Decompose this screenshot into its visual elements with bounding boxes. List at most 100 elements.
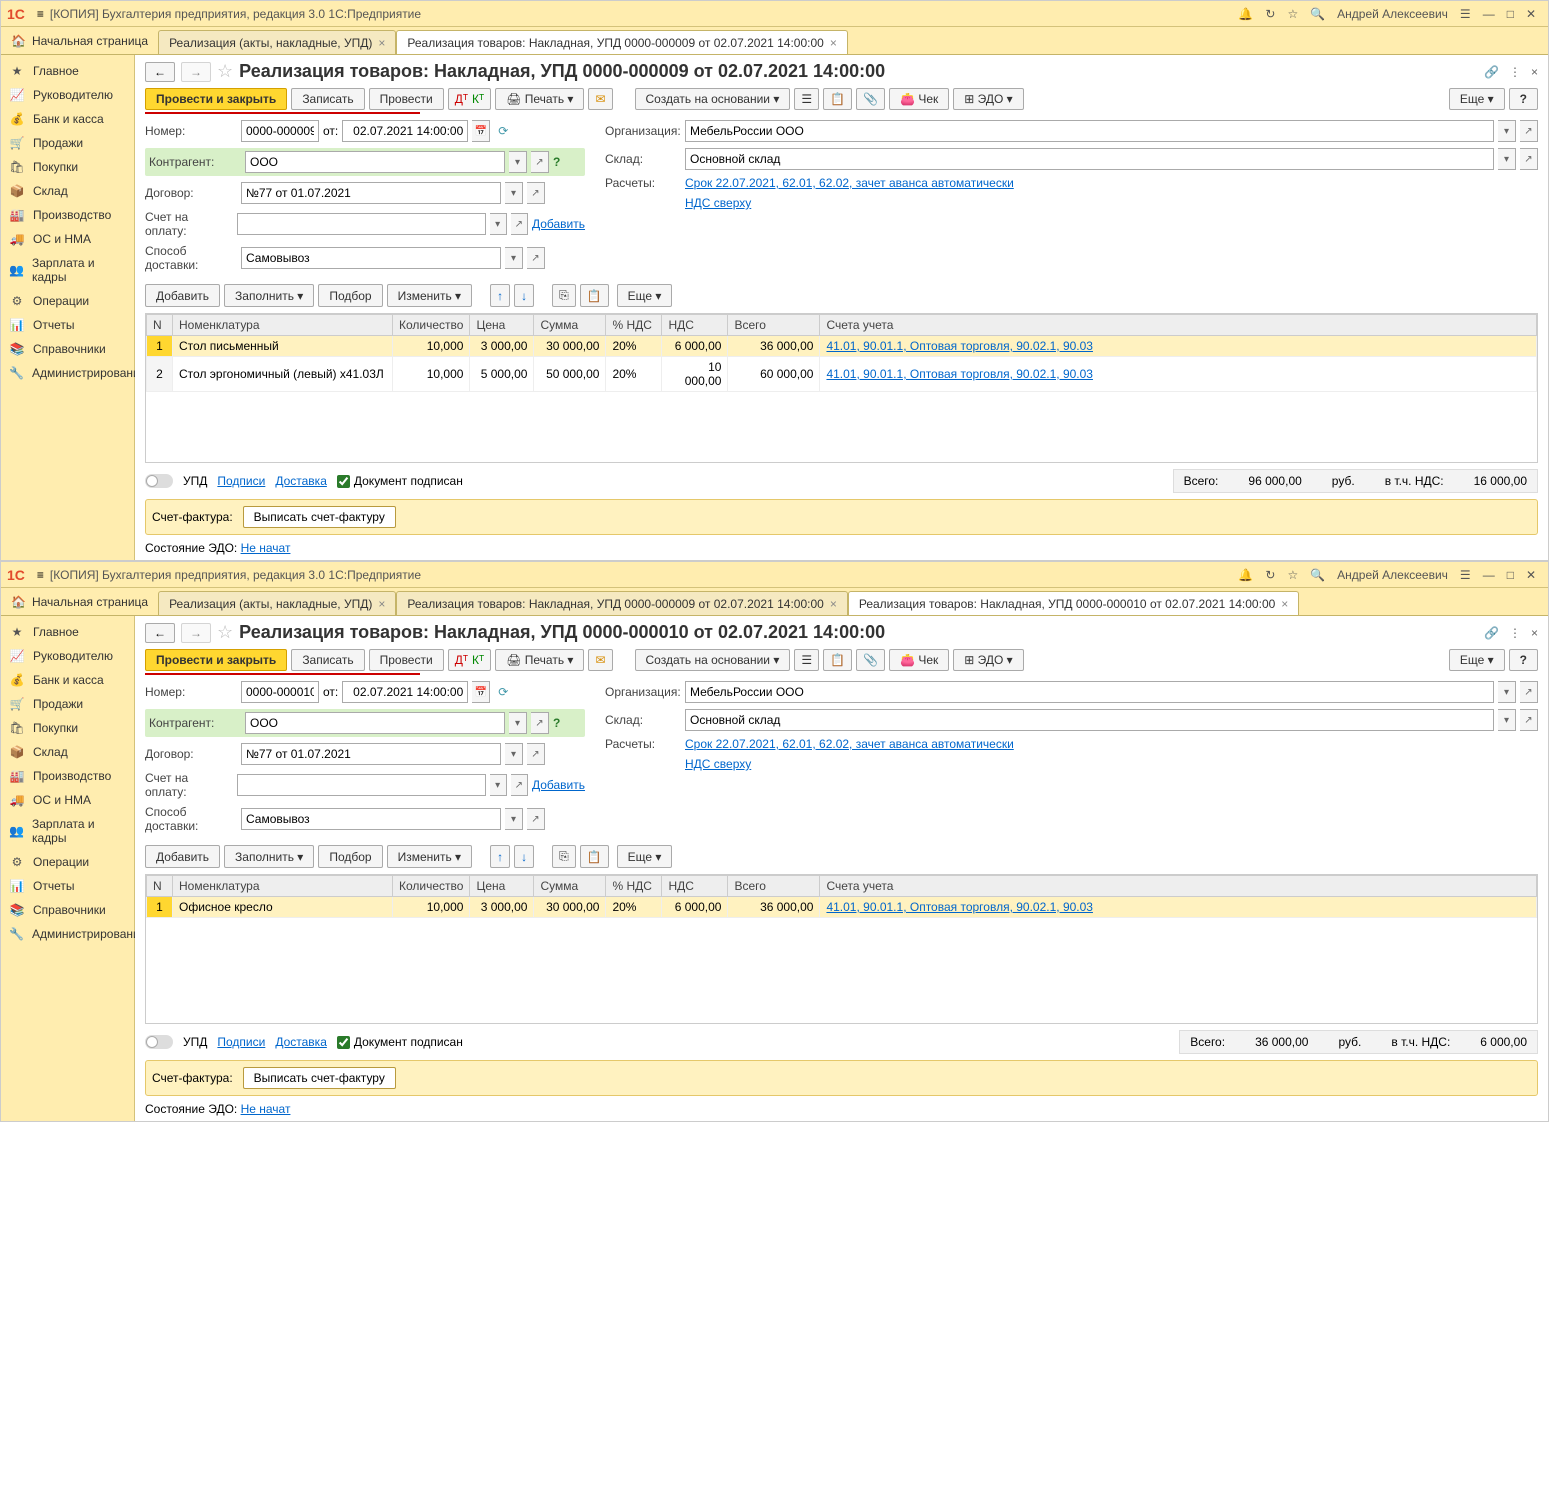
user-name[interactable]: Андрей Алексеевич [1337,7,1448,21]
sidebar-item[interactable]: ⚙Операции [1,289,134,313]
fill-button[interactable]: Заполнить ▾ [224,845,314,868]
signed-checkbox[interactable]: Документ подписан [337,474,463,488]
calc-link[interactable]: Срок 22.07.2021, 62.01, 62.02, зачет ава… [685,176,1014,190]
open-icon[interactable]: ↗ [527,182,545,204]
dropdown-icon[interactable]: ▾ [505,182,523,204]
sidebar-item[interactable]: 📚Справочники [1,898,134,922]
tab-list[interactable]: Реализация (акты, накладные, УПД)× [158,30,396,54]
calendar-icon[interactable]: 📅 [472,681,490,703]
sidebar-item[interactable]: 👥Зарплата и кадры [1,812,134,850]
move-up-button[interactable]: ↑ [490,845,510,868]
link-icon[interactable]: 🔗 [1484,65,1499,79]
sidebar-item[interactable]: 📈Руководителю [1,644,134,668]
dropdown-icon[interactable]: ▾ [505,743,523,765]
counterparty-field[interactable] [245,712,505,734]
maximize-icon[interactable]: □ [1507,568,1514,582]
dropdown-icon[interactable]: ▾ [505,808,523,830]
issue-invoice-button[interactable]: Выписать счет-фактуру [243,506,396,528]
signed-checkbox[interactable]: Документ подписан [337,1035,463,1049]
dropdown-icon[interactable]: ▾ [509,151,527,173]
sidebar-item[interactable]: 📦Склад [1,740,134,764]
burger-icon[interactable]: ≡ [37,568,44,582]
add-row-button[interactable]: Добавить [145,845,220,868]
report-button[interactable]: 📋 [823,649,852,671]
tab-doc-active[interactable]: Реализация товаров: Накладная, УПД 0000-… [396,30,847,54]
home-tab[interactable]: 🏠Начальная страница [1,27,158,54]
print-button[interactable]: 🖨 Печать ▾ [495,649,584,671]
create-based-button[interactable]: Создать на основании ▾ [635,88,791,110]
bell-icon[interactable]: 🔔 [1238,7,1253,21]
warehouse-field[interactable] [685,148,1494,170]
signatures-link[interactable]: Подписи [217,1035,265,1049]
more-button[interactable]: Еще ▾ [1449,649,1505,671]
settings-icon[interactable]: ☰ [1460,568,1471,582]
report-button[interactable]: 📋 [823,88,852,110]
more-icon[interactable]: ⋮ [1509,65,1521,79]
sidebar-item[interactable]: 🔧Администрирование [1,361,134,385]
calendar-icon[interactable]: 📅 [472,120,490,142]
sidebar-item[interactable]: ★Главное [1,620,134,644]
sidebar-item[interactable]: ⚙Операции [1,850,134,874]
save-button[interactable]: Записать [291,88,364,110]
edo-button[interactable]: ⊞ ЭДО ▾ [953,88,1023,110]
items-table[interactable]: NНоменклатураКоличество ЦенаСумма% НДС Н… [145,874,1538,1024]
sidebar-item[interactable]: 🛍Покупки [1,155,134,179]
print-button[interactable]: 🖨 Печать ▾ [495,88,584,110]
maximize-icon[interactable]: □ [1507,7,1514,21]
search-icon[interactable]: 🔍 [1310,568,1325,582]
delivery-field[interactable] [241,247,501,269]
sidebar-item[interactable]: 🚚ОС и НМА [1,788,134,812]
post-button[interactable]: Провести [369,649,444,671]
tab-close-icon[interactable]: × [830,597,837,611]
sidebar-item[interactable]: 📊Отчеты [1,313,134,337]
sidebar-item[interactable]: 🛒Продажи [1,131,134,155]
history-icon[interactable]: ↻ [1265,568,1275,582]
dtct-button[interactable]: ДᵀКᵀ [448,88,492,110]
issue-invoice-button[interactable]: Выписать счет-фактуру [243,1067,396,1089]
counterparty-field[interactable] [245,151,505,173]
accounts-link[interactable]: 41.01, 90.01.1, Оптовая торговля, 90.02.… [826,367,1093,381]
date-field[interactable] [342,681,468,703]
search-icon[interactable]: 🔍 [1310,7,1325,21]
create-based-button[interactable]: Создать на основании ▾ [635,649,791,671]
post-and-close-button[interactable]: Провести и закрыть [145,88,287,110]
change-button[interactable]: Изменить ▾ [387,845,473,868]
dropdown-icon[interactable]: ▾ [1498,120,1516,142]
check-button[interactable]: 👛 Чек [889,649,949,671]
save-button[interactable]: Записать [291,649,364,671]
help-counterparty-icon[interactable]: ? [553,155,560,169]
sidebar-item[interactable]: 🏭Производство [1,764,134,788]
open-icon[interactable]: ↗ [531,712,549,734]
open-icon[interactable]: ↗ [527,743,545,765]
check-button[interactable]: 👛 Чек [889,88,949,110]
star-icon[interactable]: ☆ [1287,568,1298,582]
upd-toggle[interactable] [145,1035,173,1049]
accounts-link[interactable]: 41.01, 90.01.1, Оптовая торговля, 90.02.… [826,900,1093,914]
user-name[interactable]: Андрей Алексеевич [1337,568,1448,582]
contract-field[interactable] [241,743,501,765]
move-up-button[interactable]: ↑ [490,284,510,307]
dtct-button[interactable]: ДᵀКᵀ [448,649,492,671]
dropdown-icon[interactable]: ▾ [1498,148,1516,170]
date-field[interactable] [342,120,468,142]
more-button[interactable]: Еще ▾ [1449,88,1505,110]
edo-status-link[interactable]: Не начат [241,541,291,555]
email-button[interactable]: ✉ [588,88,612,110]
post-and-close-button[interactable]: Провести и закрыть [145,649,287,671]
bell-icon[interactable]: 🔔 [1238,568,1253,582]
contract-field[interactable] [241,182,501,204]
burger-icon[interactable]: ≡ [37,7,44,21]
invoice-acct-field[interactable] [237,774,486,796]
open-icon[interactable]: ↗ [511,774,528,796]
minimize-icon[interactable]: — [1483,7,1495,21]
accounts-link[interactable]: 41.01, 90.01.1, Оптовая торговля, 90.02.… [826,339,1093,353]
vat-top-link[interactable]: НДС сверху [685,757,751,771]
tab-close-icon[interactable]: × [378,36,385,50]
minimize-icon[interactable]: — [1483,568,1495,582]
sidebar-item[interactable]: 🛍Покупки [1,716,134,740]
more-icon[interactable]: ⋮ [1509,626,1521,640]
refresh-icon[interactable]: ⟳ [498,685,508,699]
sidebar-item[interactable]: 💰Банк и касса [1,107,134,131]
attach-button[interactable]: 📎 [856,88,885,110]
open-icon[interactable]: ↗ [511,213,528,235]
